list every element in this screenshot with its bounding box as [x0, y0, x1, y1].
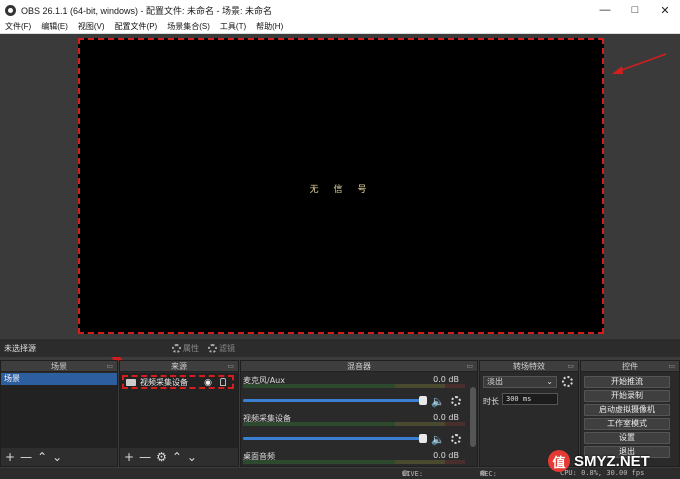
- dock-float-icon[interactable]: ▭: [466, 361, 473, 372]
- source-name: 视频采集设备: [140, 377, 188, 387]
- source-toolbar: 未选择源 属性 滤镜: [0, 339, 680, 357]
- rec-time: REC: 00:00:00: [480, 470, 514, 479]
- add-icon[interactable]: +: [124, 450, 134, 464]
- filters-label: 滤镜: [219, 343, 235, 353]
- mixer-channel: 视频采集设备 0.0 dB 🔈: [243, 413, 465, 448]
- controls-title: 控件: [622, 362, 638, 371]
- menu-edit[interactable]: 编辑(E): [36, 21, 73, 32]
- watermark-text: SMYZ.NET: [574, 452, 650, 470]
- add-icon[interactable]: +: [5, 450, 15, 464]
- title-bar: OBS 26.1.1 (64-bit, windows) - 配置文件: 未命名…: [0, 0, 680, 20]
- gear-icon[interactable]: [451, 396, 461, 406]
- slider-handle[interactable]: [419, 396, 427, 405]
- chevron-up-icon[interactable]: ⌃: [172, 450, 182, 464]
- dock-float-icon[interactable]: ▭: [106, 361, 113, 372]
- scenes-title: 场景: [51, 362, 67, 371]
- preview-canvas[interactable]: 无 信 号: [78, 38, 604, 334]
- minimize-button[interactable]: —: [590, 0, 620, 20]
- dock-float-icon[interactable]: ▭: [668, 361, 675, 372]
- gear-icon: [172, 343, 181, 353]
- watermark: 值 SMYZ.NET: [548, 449, 676, 473]
- settings-button[interactable]: 设置: [584, 432, 670, 444]
- dock-float-icon[interactable]: ▭: [227, 361, 234, 372]
- gear-icon[interactable]: [562, 376, 573, 387]
- menu-profile[interactable]: 配置文件(P): [110, 21, 163, 32]
- chevron-down-icon[interactable]: ⌄: [52, 450, 62, 464]
- sources-title: 来源: [171, 362, 187, 371]
- properties-button[interactable]: 属性: [172, 341, 199, 355]
- duration-label: 时长: [483, 397, 499, 406]
- volume-meter: [243, 422, 465, 426]
- properties-label: 属性: [183, 343, 199, 353]
- volume-slider[interactable]: [243, 434, 427, 443]
- duration-input[interactable]: 300 ms: [502, 393, 558, 405]
- sources-header: 来源 ▭: [120, 361, 238, 372]
- start-virtual-camera-button[interactable]: 启动虚拟摄像机: [584, 404, 670, 416]
- start-streaming-button[interactable]: 开始推流: [584, 376, 670, 388]
- transitions-title: 转场特效: [513, 362, 545, 371]
- gear-icon[interactable]: ⚙: [156, 450, 167, 464]
- channel-db: 0.0 dB: [433, 375, 459, 384]
- remove-icon[interactable]: —: [20, 450, 32, 464]
- volume-meter: [243, 460, 465, 464]
- mixer-body: 麦克风/Aux 0.0 dB 🔈 视频采集设备 0.0 dB 🔈 桌面音频 0.…: [241, 373, 477, 466]
- chevron-up-icon[interactable]: ⌃: [37, 450, 47, 464]
- window-title: OBS 26.1.1 (64-bit, windows) - 配置文件: 未命名…: [21, 5, 273, 16]
- scenes-dock: 场景 ▭ 场景 + — ⌃ ⌄: [0, 360, 118, 467]
- menu-file[interactable]: 文件(F): [0, 21, 36, 32]
- live-time: LIVE: 00:00:00: [402, 470, 436, 479]
- controls-header: 控件 ▭: [581, 361, 679, 372]
- obs-logo-icon: [5, 4, 16, 16]
- scenes-footer: + — ⌃ ⌄: [1, 448, 117, 466]
- menu-view[interactable]: 视图(V): [73, 21, 110, 32]
- transitions-header: 转场特效 ▭: [480, 361, 578, 372]
- no-source-label: 未选择源: [4, 344, 36, 353]
- mixer-title: 混音器: [347, 362, 371, 371]
- camera-icon: [126, 378, 136, 386]
- list-item[interactable]: 视频采集设备 ◉: [122, 375, 234, 389]
- chevron-down-icon[interactable]: ⌄: [187, 450, 197, 464]
- no-signal-text: 无 信 号: [309, 185, 373, 195]
- sources-dock: 来源 ▭ 视频采集设备 ◉ + — ⚙ ⌃ ⌄: [119, 360, 239, 467]
- lock-icon[interactable]: [220, 378, 226, 386]
- start-recording-button[interactable]: 开始录制: [584, 390, 670, 402]
- channel-db: 0.0 dB: [433, 451, 459, 460]
- slider-handle[interactable]: [419, 434, 427, 443]
- preview-area: 无 信 号: [0, 34, 680, 338]
- scenes-header: 场景 ▭: [1, 361, 117, 372]
- menu-help[interactable]: 帮助(H): [251, 21, 288, 32]
- filter-icon: [208, 343, 217, 353]
- filters-button[interactable]: 滤镜: [208, 341, 235, 355]
- channel-db: 0.0 dB: [433, 413, 459, 422]
- scenes-list: 场景: [1, 373, 117, 448]
- mixer-dock: 混音器 ▭ 麦克风/Aux 0.0 dB 🔈 视频采集设备 0.0 dB 🔈 桌…: [240, 360, 478, 467]
- studio-mode-button[interactable]: 工作室模式: [584, 418, 670, 430]
- volume-meter: [243, 384, 465, 388]
- scrollbar[interactable]: [470, 387, 476, 447]
- mixer-channel: 麦克风/Aux 0.0 dB 🔈: [243, 375, 465, 410]
- menu-scene-collection[interactable]: 场景集合(S): [162, 21, 215, 32]
- menu-bar: 文件(F) 编辑(E) 视图(V) 配置文件(P) 场景集合(S) 工具(T) …: [0, 20, 680, 34]
- speaker-icon[interactable]: 🔈: [431, 433, 445, 446]
- close-button[interactable]: ✕: [650, 0, 680, 20]
- speaker-icon[interactable]: 🔈: [431, 395, 445, 408]
- chevron-down-icon: ⌄: [546, 377, 553, 386]
- annotation-arrow-preview: [612, 53, 667, 74]
- maximize-button[interactable]: □: [620, 0, 650, 20]
- menu-tools[interactable]: 工具(T): [215, 21, 251, 32]
- watermark-logo-icon: 值: [548, 450, 570, 472]
- volume-slider[interactable]: [243, 396, 427, 405]
- list-item[interactable]: 场景: [1, 373, 117, 385]
- transition-select[interactable]: 淡出 ⌄: [483, 376, 557, 388]
- mixer-header: 混音器 ▭: [241, 361, 477, 372]
- transition-value: 淡出: [487, 377, 503, 386]
- remove-icon[interactable]: —: [139, 450, 151, 464]
- gear-icon[interactable]: [451, 434, 461, 444]
- eye-icon[interactable]: ◉: [204, 378, 212, 388]
- sources-footer: + — ⚙ ⌃ ⌄: [120, 448, 238, 466]
- sources-list: 视频采集设备 ◉: [120, 373, 238, 448]
- dock-float-icon[interactable]: ▭: [567, 361, 574, 372]
